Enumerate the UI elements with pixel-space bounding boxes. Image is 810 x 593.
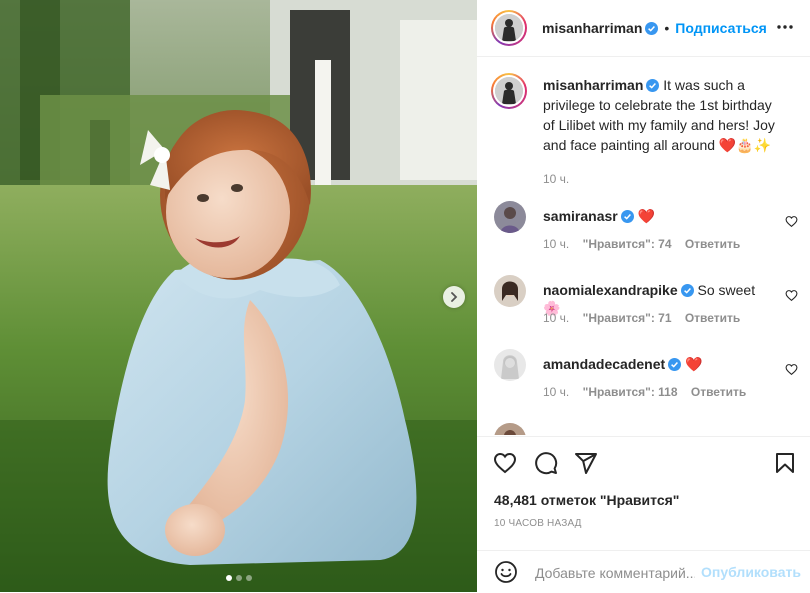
comment-avatar[interactable] (494, 423, 526, 435)
comment-username[interactable]: samiranasr (543, 208, 618, 224)
avatar-person-icon (494, 349, 526, 381)
verified-icon (680, 284, 694, 297)
comment-like-heart-icon[interactable] (785, 215, 798, 228)
avatar-person-icon (494, 201, 526, 233)
post-comment-button[interactable]: Опубликовать (701, 564, 801, 580)
likes-count[interactable]: 48,481 отметок "Нравится" (494, 492, 679, 508)
post-date[interactable]: 10 ЧАСОВ НАЗАД (494, 518, 582, 529)
comment-like-heart-icon[interactable] (785, 363, 798, 376)
verified-icon (646, 79, 660, 92)
comment-time[interactable]: 10 ч. (543, 385, 569, 399)
comment-icon[interactable] (534, 451, 558, 475)
comment-avatar[interactable] (494, 275, 526, 307)
emoji-icon[interactable] (494, 560, 518, 584)
verified-icon (645, 21, 659, 35)
more-icon[interactable] (776, 18, 794, 36)
post-side-panel: misanharriman • Подписаться misanharrima… (477, 0, 810, 592)
comment-avatar[interactable] (494, 349, 526, 381)
comment-meta: 10 ч. "Нравится": 118 Ответить (543, 385, 756, 399)
caption-text-block: misanharriman It was such a privilege to… (543, 75, 783, 189)
bookmark-icon[interactable] (773, 451, 797, 475)
next-photo-button[interactable] (443, 286, 465, 308)
comment-time[interactable]: 10 ч. (543, 237, 569, 251)
comment-meta: 10 ч. "Нравится": 71 Ответить (543, 311, 750, 325)
verified-icon (668, 358, 682, 371)
carousel-dot (246, 575, 252, 581)
caption-avatar[interactable] (491, 73, 527, 109)
post-photo[interactable] (0, 0, 477, 592)
heart-icon[interactable] (493, 451, 517, 475)
share-icon[interactable] (574, 451, 598, 475)
reply-button[interactable]: Ответить (685, 237, 740, 251)
carousel-dot (236, 575, 242, 581)
comment-likes[interactable]: "Нравится": 71 (583, 311, 672, 325)
comment-username[interactable]: amandadecadenet (543, 356, 665, 372)
avatar[interactable] (491, 10, 527, 46)
reply-button[interactable]: Ответить (691, 385, 746, 399)
caption-time[interactable]: 10 ч. (543, 169, 783, 189)
carousel-dot (226, 575, 232, 581)
comment-input[interactable] (533, 561, 697, 585)
avatar-person-icon (494, 423, 526, 435)
comment-text: ❤️ (685, 356, 703, 372)
avatar-person-icon (495, 14, 523, 42)
header-username[interactable]: misanharriman (542, 20, 642, 36)
comment-likes[interactable]: "Нравится": 74 (583, 237, 672, 251)
follow-button[interactable]: Подписаться (675, 20, 767, 36)
verified-icon (620, 210, 634, 223)
avatar-person-icon (495, 77, 523, 105)
photo-scene (0, 0, 477, 592)
reply-button[interactable]: Ответить (685, 311, 740, 325)
comment-text-block: amandadecadenet ❤️ (543, 355, 773, 373)
comment-time[interactable]: 10 ч. (543, 311, 569, 325)
caption-username[interactable]: misanharriman (543, 77, 643, 93)
comment-text-block: samiranasr ❤️ (543, 207, 773, 225)
comment-like-heart-icon[interactable] (785, 289, 798, 302)
comment-username[interactable]: naomialexandrapike (543, 282, 678, 298)
avatar-person-icon (494, 275, 526, 307)
chevron-right-icon (451, 292, 458, 302)
comment-meta: 10 ч. "Нравится": 74 Ответить (543, 237, 750, 251)
comment-text: ❤️ (637, 208, 656, 224)
add-comment-bar: Опубликовать (477, 550, 810, 593)
header-bullet: • (664, 20, 670, 36)
comment-likes[interactable]: "Нравится": 118 (583, 385, 678, 399)
post-header: misanharriman • Подписаться (477, 0, 810, 57)
carousel-indicator (226, 575, 252, 581)
comment-avatar[interactable] (494, 201, 526, 233)
post-actions: 48,481 отметок "Нравится" 10 ЧАСОВ НАЗАД (477, 436, 810, 529)
comments-scroll-area[interactable]: misanharriman It was such a privilege to… (477, 57, 810, 435)
